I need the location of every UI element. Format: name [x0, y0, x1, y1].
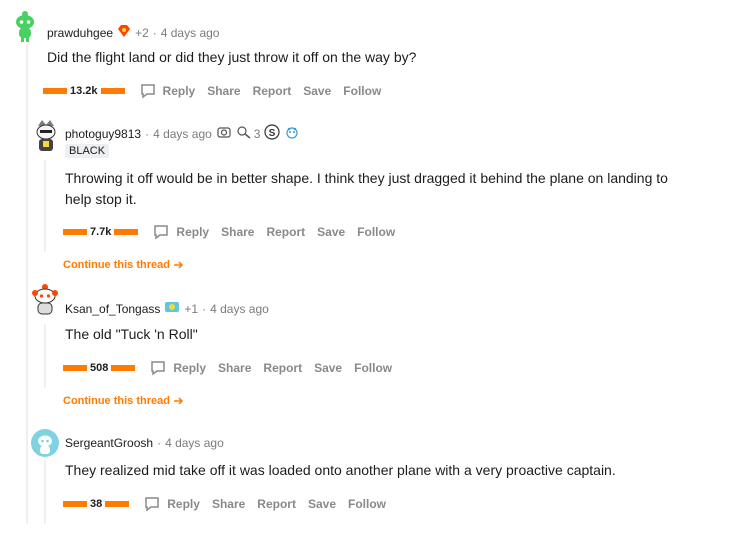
snoo-avatar-icon [36, 120, 56, 151]
separator-dot: · [202, 301, 207, 316]
report-button[interactable]: Report [263, 361, 302, 375]
comment-body: Did the flight land or did they just thr… [47, 49, 417, 65]
user-flair: BLACK [65, 144, 110, 158]
svg-text:S: S [269, 128, 276, 139]
upvote-button[interactable] [63, 365, 87, 371]
report-button[interactable]: Report [253, 84, 292, 98]
vote-count: 7.7k [90, 226, 112, 238]
avatar[interactable] [8, 8, 42, 47]
username[interactable]: SergeantGroosh [65, 436, 153, 450]
comment-icon [145, 497, 159, 512]
avatar[interactable] [31, 429, 59, 462]
username[interactable]: Ksan_of_Tongass [65, 302, 160, 316]
follow-button[interactable]: Follow [343, 84, 381, 98]
downvote-button[interactable] [111, 365, 136, 371]
comment-meta: photoguy9813 · 4 days ago 3 S [65, 124, 300, 143]
report-button[interactable]: Report [266, 225, 305, 239]
award-icon[interactable]: S [264, 124, 281, 143]
follow-button[interactable]: Follow [354, 361, 392, 375]
upvote-button[interactable] [43, 88, 67, 94]
comment-body: The old "Tuck 'n Roll" [65, 326, 198, 342]
reply-button[interactable]: Reply [152, 223, 209, 241]
comment-actions: 508 Reply Share Report Save Follow [63, 358, 404, 378]
timestamp[interactable]: 4 days ago [153, 127, 212, 141]
comment-body: They realized mid take off it was loaded… [65, 462, 616, 478]
save-button[interactable]: Save [308, 497, 336, 511]
award-icon[interactable] [164, 300, 180, 317]
arrow-right-icon [173, 261, 184, 269]
separator-dot: · [157, 436, 162, 450]
reply-button[interactable]: Reply [143, 495, 200, 513]
thread-line[interactable] [26, 44, 28, 524]
share-button[interactable]: Share [207, 84, 240, 98]
username[interactable]: prawduhgee [47, 26, 113, 40]
separator-dot: · [152, 25, 157, 40]
comment-actions: 13.2k Reply Share Report Save Follow [43, 81, 393, 101]
karma-count: +1 [184, 301, 199, 316]
follow-button[interactable]: Follow [357, 225, 395, 239]
thread-line[interactable] [44, 160, 46, 252]
comment-actions: 38 Reply Share Report Save Follow [63, 494, 398, 514]
timestamp[interactable]: 4 days ago [161, 26, 220, 40]
arrow-right-icon [173, 397, 184, 405]
follow-button[interactable]: Follow [348, 497, 386, 511]
comment-meta: prawduhgee +2 · 4 days ago [47, 24, 219, 41]
reply-button[interactable]: Reply [149, 359, 206, 377]
karma-count: +2 [135, 25, 149, 40]
vote-count: 508 [90, 362, 109, 374]
separator-dot: · [145, 126, 150, 141]
share-button[interactable]: Share [212, 497, 245, 511]
comment-actions: 7.7k Reply Share Report Save Follow [63, 222, 407, 242]
snoo-avatar-icon [31, 429, 59, 457]
username[interactable]: photoguy9813 [65, 127, 141, 141]
award-icon[interactable] [236, 125, 252, 142]
comment-icon [154, 225, 169, 240]
report-button[interactable]: Report [257, 497, 296, 511]
upvote-button[interactable] [63, 501, 87, 507]
comment-body: Throwing it off would be in better shape… [65, 170, 668, 207]
avatar[interactable] [30, 283, 60, 322]
save-button[interactable]: Save [317, 225, 345, 239]
downvote-button[interactable] [105, 501, 130, 507]
snoo-avatar-icon [32, 284, 58, 315]
award-count: 3 [253, 126, 261, 141]
thread-line[interactable] [44, 324, 46, 388]
comment-meta: SergeantGroosh · 4 days ago [65, 436, 224, 450]
thread-line[interactable] [44, 460, 46, 524]
award-icon[interactable] [117, 24, 131, 41]
save-button[interactable]: Save [303, 84, 331, 98]
continue-thread-link[interactable]: Continue this thread [63, 259, 184, 271]
continue-thread-link[interactable]: Continue this thread [63, 395, 184, 407]
award-icon[interactable] [284, 124, 300, 143]
downvote-button[interactable] [114, 229, 139, 235]
timestamp[interactable]: 4 days ago [210, 302, 269, 316]
comment-meta: Ksan_of_Tongass +1 · 4 days ago [65, 300, 269, 317]
avatar[interactable] [34, 120, 58, 159]
share-button[interactable]: Share [221, 225, 254, 239]
comment-icon [140, 84, 155, 99]
reply-button[interactable]: Reply [139, 82, 195, 100]
vote-count: 38 [90, 498, 103, 510]
award-icon[interactable] [216, 125, 232, 142]
share-button[interactable]: Share [218, 361, 251, 375]
downvote-button[interactable] [100, 88, 125, 94]
timestamp[interactable]: 4 days ago [165, 436, 224, 450]
comment-icon [151, 361, 166, 376]
snoo-avatar-icon [16, 11, 34, 42]
save-button[interactable]: Save [314, 361, 342, 375]
vote-count: 13.2k [70, 85, 98, 97]
upvote-button[interactable] [63, 229, 87, 235]
